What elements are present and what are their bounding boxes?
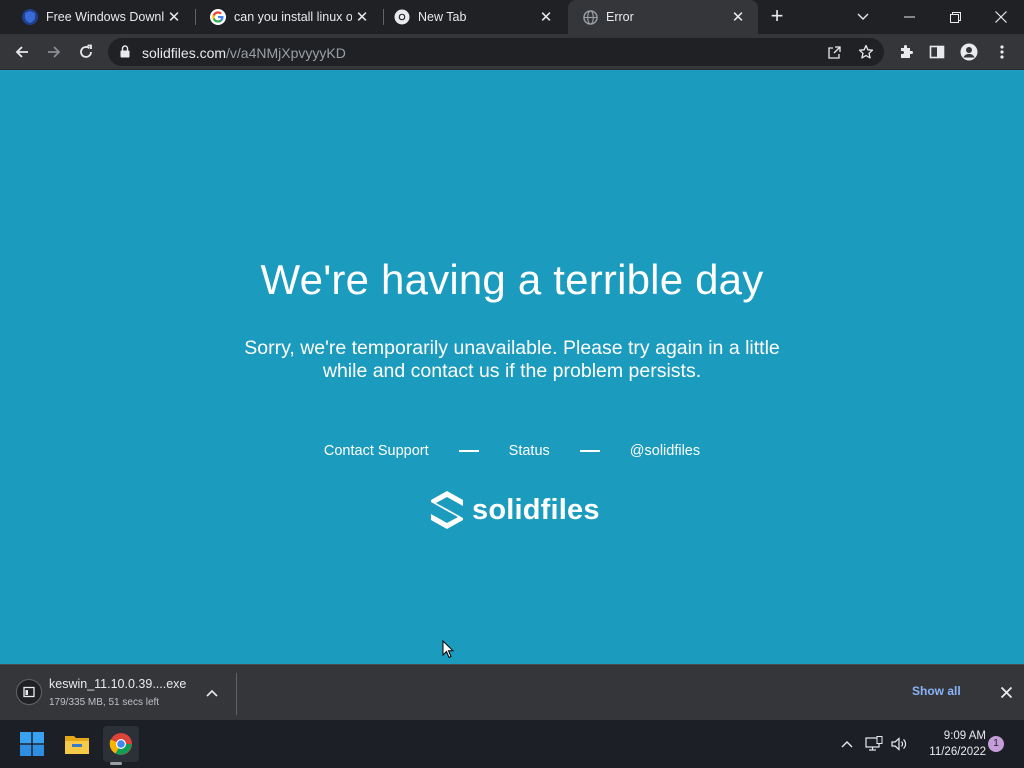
close-icon xyxy=(995,11,1007,23)
twitter-link[interactable]: @solidfiles xyxy=(630,443,700,459)
contact-support-link[interactable]: Contact Support xyxy=(324,443,429,459)
url-path: /v/a4NMjXpvyyyKD xyxy=(226,45,346,61)
new-tab-button[interactable]: + xyxy=(765,5,789,29)
reload-icon xyxy=(80,44,92,58)
puzzle-icon xyxy=(901,45,913,58)
tab-strip: Free Windows Downloa ✕ can you install l… xyxy=(0,0,1024,34)
notification-badge[interactable]: 1 xyxy=(988,736,1004,752)
back-arrow-icon xyxy=(15,46,28,58)
reload-button[interactable] xyxy=(73,39,99,65)
error-page: We're having a terrible day Sorry, we're… xyxy=(0,70,1024,664)
tab-title: can you install linux on xyxy=(234,10,352,24)
download-file-icon[interactable] xyxy=(16,679,42,705)
close-window-button[interactable] xyxy=(978,0,1024,34)
chrome-icon xyxy=(394,9,410,25)
tab-new-tab[interactable]: New Tab ✕ xyxy=(380,0,566,34)
show-all-downloads-button[interactable]: Show all xyxy=(912,684,961,698)
tab-title: New Tab xyxy=(418,10,467,24)
blue-shield-icon xyxy=(22,9,38,25)
download-options-button[interactable] xyxy=(202,683,222,703)
network-icon[interactable] xyxy=(864,734,884,754)
kebab-menu-icon xyxy=(1000,45,1004,59)
profile-icon xyxy=(960,43,978,61)
forward-button[interactable] xyxy=(41,39,67,65)
chevron-down-icon xyxy=(857,13,869,20)
close-icon xyxy=(1000,686,1012,698)
folder-icon xyxy=(65,736,89,754)
brand-wordmark: solidfiles xyxy=(472,493,600,526)
windows-logo-icon xyxy=(20,732,44,756)
chrome-icon xyxy=(109,733,132,755)
link-separator xyxy=(458,450,479,452)
error-headline: We're having a terrible day xyxy=(260,256,764,303)
start-button[interactable] xyxy=(14,726,50,762)
browser-toolbar: solidfiles.com/v/a4NMjXpvyyyKD xyxy=(0,34,1024,70)
close-tab-icon[interactable]: ✕ xyxy=(536,7,556,27)
url-host: solidfiles.com xyxy=(142,45,227,61)
profile-button[interactable] xyxy=(956,39,982,65)
side-panel-icon xyxy=(929,45,945,59)
minimize-button[interactable] xyxy=(886,0,932,34)
download-separator xyxy=(236,673,237,715)
tab-title: Error xyxy=(606,10,634,24)
download-bar: keswin_11.10.0.39....exe 179/335 MB, 51 … xyxy=(0,664,1024,720)
chevron-up-icon xyxy=(841,741,853,748)
lock-icon[interactable] xyxy=(120,45,130,63)
status-link[interactable]: Status xyxy=(509,443,550,459)
windows-taskbar: 9:09 AM 11/26/2022 1 xyxy=(0,720,1024,768)
error-message: Sorry, we're temporarily unavailable. Pl… xyxy=(244,337,780,382)
hidden-icons-button[interactable] xyxy=(837,734,857,754)
tab-title: Free Windows Downloa xyxy=(46,10,164,24)
tab-error[interactable]: Error ✕ xyxy=(568,0,758,34)
share-icon[interactable] xyxy=(825,43,843,61)
google-icon xyxy=(210,9,226,25)
close-tab-icon[interactable]: ✕ xyxy=(164,7,184,27)
globe-icon xyxy=(582,9,598,25)
solidfiles-logo[interactable]: solidfiles xyxy=(430,490,600,530)
footer-links: Contact Support Status @solidfiles xyxy=(0,443,1024,459)
link-separator xyxy=(579,450,600,452)
side-panel-button[interactable] xyxy=(924,39,950,65)
clock-date: 11/26/2022 xyxy=(929,746,986,758)
tab-search-button[interactable] xyxy=(840,0,886,34)
mouse-cursor-icon xyxy=(442,639,455,664)
running-indicator xyxy=(110,762,122,765)
close-tab-icon[interactable]: ✕ xyxy=(728,7,748,27)
close-download-bar-button[interactable] xyxy=(996,682,1016,702)
system-clock[interactable]: 9:09 AM 11/26/2022 xyxy=(916,728,986,760)
restore-icon xyxy=(949,11,961,23)
tab-google-search[interactable]: can you install linux on ✕ xyxy=(196,0,382,34)
volume-icon[interactable] xyxy=(889,734,909,754)
close-tab-icon[interactable]: ✕ xyxy=(352,7,372,27)
bookmark-star-icon[interactable] xyxy=(857,43,875,61)
download-filename[interactable]: keswin_11.10.0.39....exe xyxy=(49,677,186,691)
file-explorer-button[interactable] xyxy=(59,726,95,762)
restore-button[interactable] xyxy=(932,0,978,34)
tab-free-windows-download[interactable]: Free Windows Downloa ✕ xyxy=(8,0,194,34)
chrome-taskbar-button[interactable] xyxy=(103,726,139,762)
extensions-button[interactable] xyxy=(893,39,919,65)
url-text: solidfiles.com/v/a4NMjXpvyyyKD xyxy=(142,45,346,61)
address-bar[interactable]: solidfiles.com/v/a4NMjXpvyyyKD xyxy=(108,38,884,66)
chevron-up-icon xyxy=(206,689,218,697)
menu-button[interactable] xyxy=(989,39,1015,65)
forward-arrow-icon xyxy=(48,46,61,58)
solidfiles-logo-icon xyxy=(431,491,463,529)
minimize-icon xyxy=(903,16,915,18)
download-status: 179/335 MB, 51 secs left xyxy=(49,697,160,708)
back-button[interactable] xyxy=(9,39,35,65)
clock-time: 9:09 AM xyxy=(943,730,986,742)
